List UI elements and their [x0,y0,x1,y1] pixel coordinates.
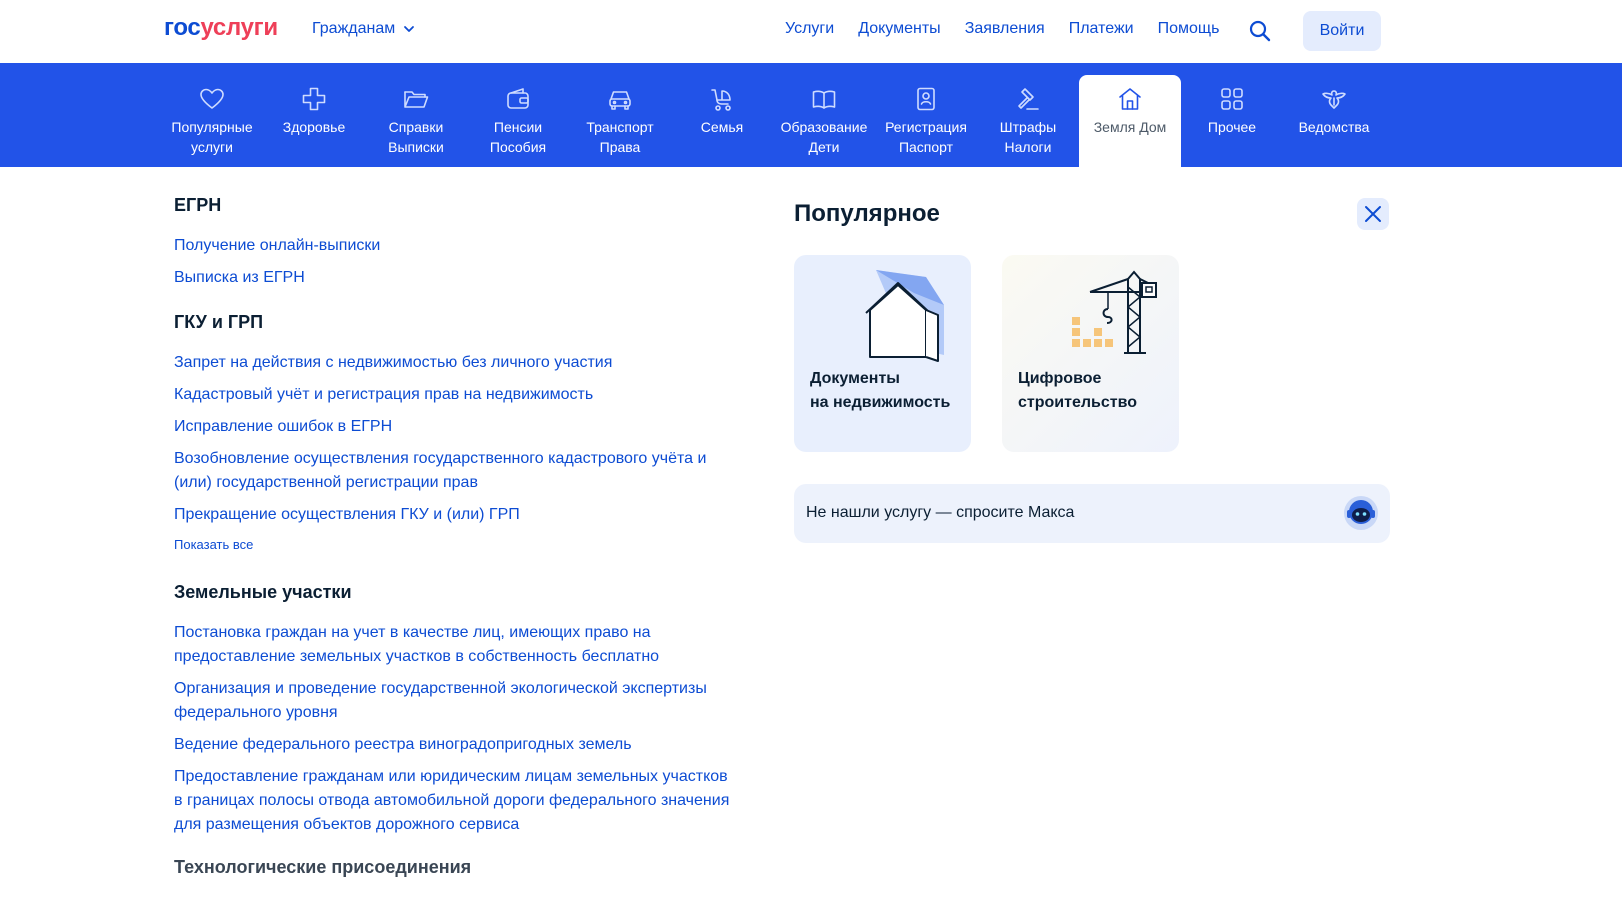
ask-max-bar[interactable]: Не нашли услугу — спросите Макса [794,484,1390,543]
section-egrn: ЕГРН Получение онлайн-выписки Выписка из… [174,195,734,290]
category-transport[interactable]: Транспорт Права [569,63,671,167]
category-agencies[interactable]: Ведомства [1283,63,1385,167]
search-icon [1249,20,1271,42]
audience-label: Гражданам [312,20,396,37]
house-document-icon [865,270,944,362]
grid-icon [1221,88,1243,110]
nav-payments[interactable]: Платежи [1069,20,1134,38]
category-label: Образование Дети [780,119,868,155]
popular-title: Популярное [794,200,940,227]
service-link[interactable]: Запрет на действия с недвижимостью без л… [174,351,734,375]
services-list: ЕГРН Получение онлайн-выписки Выписка из… [174,195,734,898]
section-title: Земельные участки [174,582,352,602]
header: госуслуги Гражданам Услуги Документы Зая… [0,0,1622,63]
category-land-house[interactable]: Земля Дом [1079,75,1181,167]
category-label: Регистрация Паспорт [885,119,967,155]
robot-avatar-icon [1344,496,1378,530]
category-label: Земля Дом [1093,119,1167,135]
section-gku: ГКУ и ГРП Запрет на действия с недвижимо… [174,312,734,552]
emblem-icon [1322,90,1346,109]
category-bar: Популярные услуги Здоровье Справки Выпис… [0,63,1622,167]
wallet-icon [507,88,529,109]
gavel-icon [1018,88,1039,110]
section-tech: Технологические присоединения [174,857,734,878]
card-title: Документы на недвижимость [810,367,950,415]
category-popular[interactable]: Популярные услуги [161,63,263,167]
crane-icon [1072,270,1157,354]
service-link[interactable]: Кадастровый учёт и регистрация прав на н… [174,383,734,407]
stroller-icon [711,89,731,111]
service-link[interactable]: Возобновление осуществления государствен… [174,447,734,495]
service-link[interactable]: Постановка граждан на учет в качестве ли… [174,621,734,669]
card-title-line2: на недвижимость [810,394,951,411]
category-pensions[interactable]: Пенсии Пособия [467,63,569,167]
audience-dropdown[interactable]: Гражданам [312,20,415,38]
card-title: Цифровое строительство [1018,367,1137,415]
card-title-line1: Документы [810,370,900,387]
nav-services[interactable]: Услуги [785,20,834,38]
section-title: Технологические присоединения [174,857,472,877]
nav-documents[interactable]: Документы [858,20,940,38]
category-label: Справки Выписки [388,119,444,155]
category-label: Ведомства [1298,119,1370,135]
service-link[interactable]: Прекращение осуществления ГКУ и (или) ГР… [174,503,734,527]
logo-part-uslugi: услуги [200,14,278,41]
passport-icon [917,87,935,111]
house-icon [1119,88,1141,110]
book-icon [812,90,836,109]
search-button[interactable] [1248,19,1272,43]
top-navigation: Услуги Документы Заявления Платежи Помощ… [785,20,1243,38]
close-button[interactable] [1357,198,1389,230]
service-link[interactable]: Ведение федерального реестра виноградопр… [174,733,734,757]
heart-icon [200,88,224,109]
service-link[interactable]: Предоставление гражданам или юридическим… [174,765,734,837]
popular-card-digital-construction[interactable]: Цифровое строительство [1002,255,1179,452]
section-land: Земельные участки Постановка граждан на … [174,582,734,837]
section-title: ЕГРН [174,195,222,215]
service-link[interactable]: Получение онлайн-выписки [174,234,734,258]
car-icon [609,91,631,110]
card-title-line2: строительство [1018,394,1137,411]
nav-applications[interactable]: Заявления [965,20,1045,38]
category-certificates[interactable]: Справки Выписки [365,63,467,167]
category-registration[interactable]: Регистрация Паспорт [875,63,977,167]
category-family[interactable]: Семья [671,63,773,167]
cross-icon [302,87,326,111]
category-fines[interactable]: Штрафы Налоги [977,63,1079,167]
ask-max-text: Не нашли услугу — спросите Макса [806,504,1075,521]
close-icon [1365,206,1381,222]
category-label: Здоровье [282,119,346,135]
section-title: ГКУ и ГРП [174,312,264,332]
gosuslugi-logo[interactable]: госуслуги [164,14,278,42]
card-title-line1: Цифровое [1018,370,1102,387]
service-link[interactable]: Организация и проведение государственной… [174,677,734,725]
login-button[interactable]: Войти [1303,11,1381,51]
popular-card-real-estate-documents[interactable]: Документы на недвижимость [794,255,971,452]
category-label: Транспорт Права [586,119,654,155]
category-label: Популярные услуги [171,119,253,155]
category-label: Прочее [1207,119,1257,135]
category-label: Штрафы Налоги [999,119,1057,155]
logo-part-gos: гос [164,14,201,41]
service-link[interactable]: Выписка из ЕГРН [174,266,734,290]
service-link[interactable]: Исправление ошибок в ЕГРН [174,415,734,439]
chevron-down-icon [404,26,415,32]
nav-help[interactable]: Помощь [1158,20,1220,38]
category-label: Семья [700,119,744,135]
category-education[interactable]: Образование Дети [773,63,875,167]
category-other[interactable]: Прочее [1181,63,1283,167]
category-label: Пенсии Пособия [489,119,547,155]
show-all-link[interactable]: Показать все [174,537,734,552]
folder-icon [404,91,429,108]
category-health[interactable]: Здоровье [263,63,365,167]
